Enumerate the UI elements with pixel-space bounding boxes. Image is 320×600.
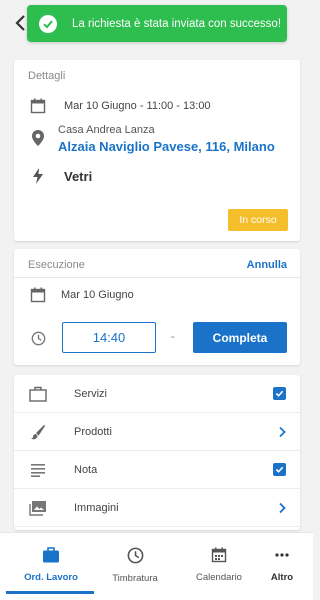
time-input[interactable]: 14:40 — [62, 322, 156, 353]
tab-altro[interactable]: Altro — [262, 533, 302, 597]
details-technician-row: Vetri — [28, 166, 92, 186]
list-item-prodotti[interactable]: Prodotti — [14, 413, 300, 451]
cancel-link[interactable]: Annulla — [247, 259, 287, 271]
time-separator: - — [171, 331, 175, 343]
image-icon — [28, 498, 48, 518]
details-card: Dettagli Mar 10 Giugno - 11:00 - 13:00 C… — [14, 60, 300, 241]
list-item-servizi[interactable]: Servizi — [14, 375, 300, 413]
list-item-label: Prodotti — [74, 425, 112, 438]
notes-icon — [28, 460, 48, 480]
active-tab-indicator — [6, 591, 94, 594]
briefcase-icon — [28, 384, 48, 404]
brush-icon — [28, 422, 48, 442]
tab-label: Calendario — [196, 572, 242, 583]
toast-message: La richiesta è stata inviata con success… — [72, 17, 282, 30]
details-location-row: Casa Andrea Lanza Alzaia Naviglio Pavese… — [28, 124, 275, 154]
tab-timbratura[interactable]: Timbratura — [103, 533, 167, 597]
sections-list: Servizi Prodotti Nota Immagini — [14, 375, 300, 530]
calendar-icon — [28, 96, 48, 116]
tab-label: Altro — [270, 572, 294, 583]
calendar-icon — [211, 547, 227, 568]
details-datetime: Mar 10 Giugno - 11:00 - 13:00 — [64, 100, 211, 112]
details-section-title: Dettagli — [28, 70, 66, 82]
execution-date: Mar 10 Giugno — [61, 289, 134, 301]
clock-icon — [28, 328, 48, 348]
list-item-label: Servizi — [74, 387, 108, 400]
location-pin-icon — [28, 128, 48, 148]
details-datetime-row: Mar 10 Giugno - 11:00 - 13:00 — [28, 96, 211, 116]
list-item-label: Nota — [74, 463, 98, 476]
execution-time-icon-row — [28, 328, 48, 348]
address-link[interactable]: Alzaia Naviglio Pavese, 116, Milano — [58, 139, 275, 154]
checkbox-checked-icon[interactable] — [273, 463, 286, 476]
chevron-left-icon — [15, 15, 25, 31]
execution-date-row: Mar 10 Giugno — [28, 285, 134, 305]
tab-label: Ord. Lavoro — [24, 572, 78, 583]
complete-button[interactable]: Completa — [193, 322, 287, 353]
more-icon — [274, 547, 290, 568]
tab-label: Timbratura — [112, 572, 158, 584]
list-item-nota[interactable]: Nota — [14, 451, 300, 489]
bottom-navigation: Ord. Lavoro Timbratura Calendario Altro — [0, 532, 313, 600]
execution-section-title: Esecuzione — [28, 259, 85, 271]
checkbox-checked-icon[interactable] — [273, 387, 286, 400]
technician-name: Vetri — [64, 168, 93, 184]
check-circle-icon — [39, 14, 57, 33]
tab-calendario[interactable]: Calendario — [187, 533, 251, 597]
client-name: Casa Andrea Lanza — [58, 124, 155, 136]
clock-icon — [127, 547, 144, 569]
status-badge: In corso — [228, 209, 288, 231]
lightning-icon — [28, 166, 48, 186]
tab-ord-lavoro[interactable]: Ord. Lavoro — [14, 533, 88, 597]
execution-divider — [14, 277, 300, 278]
success-toast: La richiesta è stata inviata con success… — [27, 5, 287, 42]
calendar-icon — [28, 285, 48, 305]
execution-card: Esecuzione Annulla Mar 10 Giugno 14:40 -… — [14, 249, 300, 365]
chevron-right-icon — [279, 426, 286, 437]
list-item-label: Immagini — [74, 501, 119, 514]
list-item-immagini[interactable]: Immagini — [14, 489, 300, 527]
briefcase-icon — [42, 547, 60, 568]
chevron-right-icon — [279, 502, 286, 513]
top-bar: La richiesta è stata inviata con success… — [0, 0, 313, 50]
